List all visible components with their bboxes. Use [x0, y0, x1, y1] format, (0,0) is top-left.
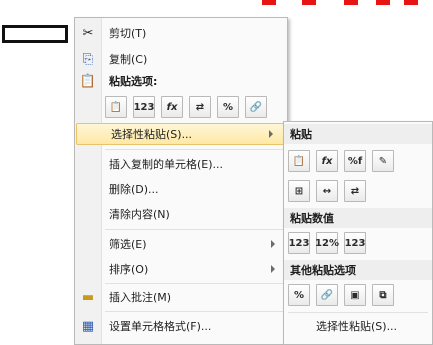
format-cells-icon: ▦ — [81, 318, 95, 334]
menu-item-sort[interactable]: 排序(O) — [75, 258, 287, 280]
selected-cell[interactable] — [2, 25, 68, 43]
menu-item-insert-comment[interactable]: ▬ 插入批注(M) — [75, 286, 287, 308]
paste-all-button[interactable]: 📋 — [288, 150, 310, 172]
paste-icon: 📋 — [79, 73, 97, 89]
red-mark — [376, 0, 390, 5]
submenu-section-values: 粘贴数值 — [284, 208, 432, 228]
submenu-section-paste: 粘贴 — [284, 124, 432, 144]
menu-item-insert-copied-cells[interactable]: 插入复制的单元格(E)... — [75, 153, 287, 175]
insert-comment-icon: ▬ — [81, 289, 95, 305]
red-mark — [302, 0, 316, 5]
paste-values-source-format-button[interactable]: 123 — [344, 232, 366, 254]
menu-item-paste-options: 📋 粘贴选项: — [79, 73, 158, 89]
menu-item-cut[interactable]: ✂ 剪切(T) — [75, 22, 287, 44]
paste-transpose-button[interactable]: ⇄ — [344, 180, 366, 202]
menu-item-format-cells[interactable]: ▦ 设置单元格格式(F)... — [75, 315, 287, 337]
paste-formulas-number-format-button[interactable]: %f — [344, 150, 366, 172]
menu-separator — [105, 311, 283, 312]
paste-keep-source-format-button[interactable]: ✎ — [372, 150, 394, 172]
submenu-values-row: 123 12% 123 — [288, 232, 366, 254]
menu-item-paste-special[interactable]: 选择性粘贴(S)... — [76, 123, 286, 145]
submenu-separator — [288, 312, 428, 313]
submenu-arrow-icon — [271, 240, 275, 248]
red-mark — [262, 0, 276, 5]
menu-item-filter[interactable]: 筛选(E) — [75, 233, 287, 255]
menu-separator — [105, 229, 283, 230]
paste-formatting-button[interactable]: % — [217, 96, 239, 118]
submenu-paste-row-2: ⊞ ↔ ⇄ — [288, 180, 366, 202]
paste-keep-column-width-button[interactable]: ↔ — [316, 180, 338, 202]
paste-default-button[interactable]: 📋 — [105, 96, 127, 118]
paste-formulas-button[interactable]: fx — [316, 150, 338, 172]
paste-picture-button[interactable]: ▣ — [344, 284, 366, 306]
menu-separator — [105, 149, 283, 150]
submenu-item-paste-special[interactable]: 选择性粘贴(S)... — [284, 315, 432, 337]
submenu-arrow-icon — [271, 265, 275, 273]
paste-values-number-format-button[interactable]: 12% — [315, 232, 339, 254]
red-mark — [344, 0, 358, 5]
menu-separator — [105, 283, 283, 284]
paste-link-button[interactable]: 🔗 — [316, 284, 338, 306]
paste-linked-picture-button[interactable]: ⧉ — [372, 284, 394, 306]
context-menu: ✂ 剪切(T) ⎘ 复制(C) 📋 粘贴选项: 📋 123 fx ⇄ % 🔗 选… — [74, 17, 288, 345]
submenu-arrow-icon — [269, 130, 273, 138]
paste-link-button[interactable]: 🔗 — [245, 96, 267, 118]
paste-no-borders-button[interactable]: ⊞ — [288, 180, 310, 202]
scissors-icon: ✂ — [82, 25, 94, 41]
paste-special-submenu: 粘贴 📋 fx %f ✎ ⊞ ↔ ⇄ 粘贴数值 123 12% 123 其他粘贴… — [283, 121, 433, 345]
submenu-paste-row-1: 📋 fx %f ✎ — [288, 150, 394, 172]
menu-item-clear-contents[interactable]: 清除内容(N) — [75, 203, 287, 225]
paste-values-button[interactable]: 123 — [288, 232, 310, 254]
menu-item-delete[interactable]: 删除(D)... — [75, 178, 287, 200]
sheet-top-strip — [0, 0, 433, 8]
paste-options-row: 📋 123 fx ⇄ % 🔗 — [105, 96, 267, 118]
submenu-other-row: % 🔗 ▣ ⧉ — [288, 284, 394, 306]
paste-formatting-button[interactable]: % — [288, 284, 310, 306]
paste-values-button[interactable]: 123 — [133, 96, 155, 118]
submenu-section-other: 其他粘贴选项 — [284, 260, 432, 280]
red-mark — [404, 0, 418, 5]
menu-item-copy[interactable]: ⎘ 复制(C) — [75, 48, 287, 70]
copy-icon: ⎘ — [82, 51, 94, 67]
paste-transpose-button[interactable]: ⇄ — [189, 96, 211, 118]
paste-formulas-button[interactable]: fx — [161, 96, 183, 118]
